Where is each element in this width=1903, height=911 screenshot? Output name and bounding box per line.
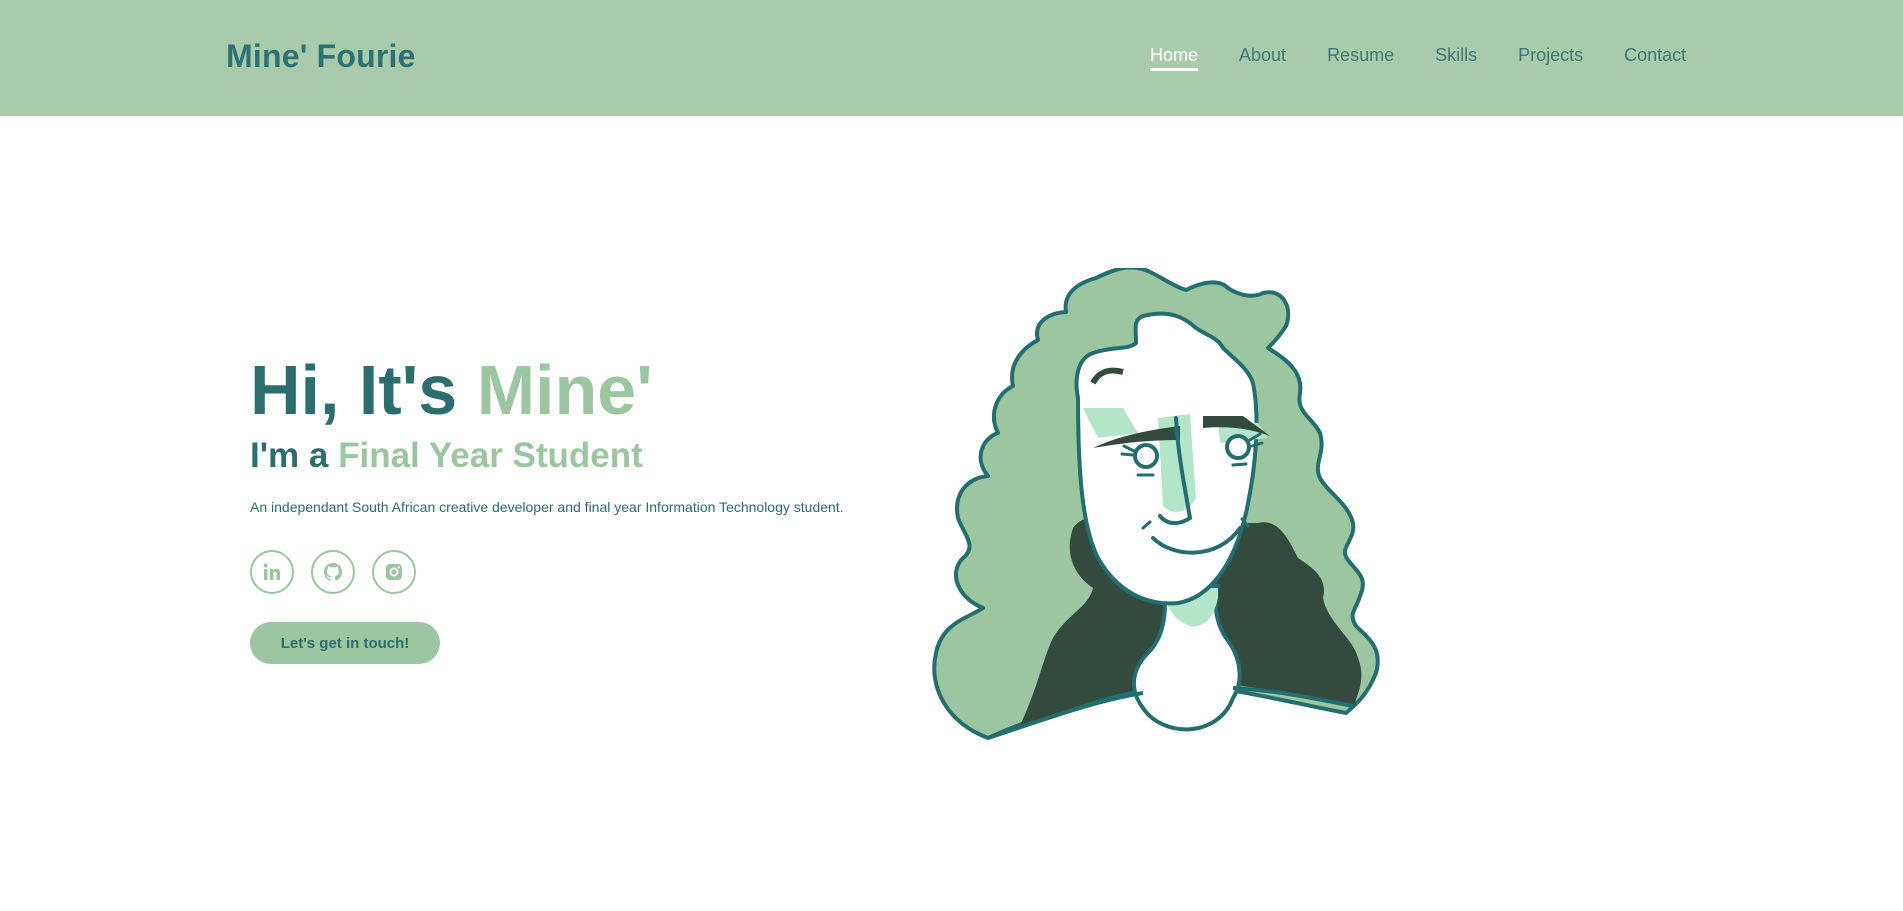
hero-title: Hi, It's Mine' — [250, 355, 653, 425]
main-nav: Home About Resume Skills Projects Contac… — [1150, 45, 1727, 71]
nav-link-about[interactable]: About — [1239, 45, 1286, 66]
nav-link-skills[interactable]: Skills — [1435, 45, 1477, 66]
linkedin-link[interactable] — [250, 550, 294, 594]
github-link[interactable] — [311, 550, 355, 594]
nav-link-projects[interactable]: Projects — [1518, 45, 1583, 66]
hero-greeting-prefix: Hi, It's — [250, 351, 477, 429]
instagram-icon — [386, 564, 402, 580]
right-eye — [1225, 434, 1251, 460]
right-undereye — [1231, 462, 1248, 467]
hero-description: An independant South African creative de… — [250, 499, 844, 515]
github-icon — [323, 562, 343, 581]
hero-role-prefix: I'm a — [250, 436, 339, 475]
hero-subtitle: I'm a Final Year Student — [250, 438, 643, 473]
social-links — [250, 550, 416, 594]
instagram-link[interactable] — [372, 550, 416, 594]
portrait-illustration — [932, 268, 1380, 740]
get-in-touch-button[interactable]: Let's get in touch! — [250, 622, 440, 664]
nav-link-home[interactable]: Home — [1150, 45, 1199, 71]
nav-link-resume[interactable]: Resume — [1327, 45, 1394, 66]
linkedin-icon — [263, 563, 280, 580]
left-eye — [1133, 443, 1159, 469]
site-logo[interactable]: Mine' Fourie — [226, 38, 416, 75]
site-header: Mine' Fourie Home About Resume Skills Pr… — [0, 0, 1903, 116]
hero-greeting-name: Mine' — [476, 351, 653, 429]
nav-link-contact[interactable]: Contact — [1624, 45, 1686, 66]
hero-role: Final Year Student — [338, 436, 643, 475]
